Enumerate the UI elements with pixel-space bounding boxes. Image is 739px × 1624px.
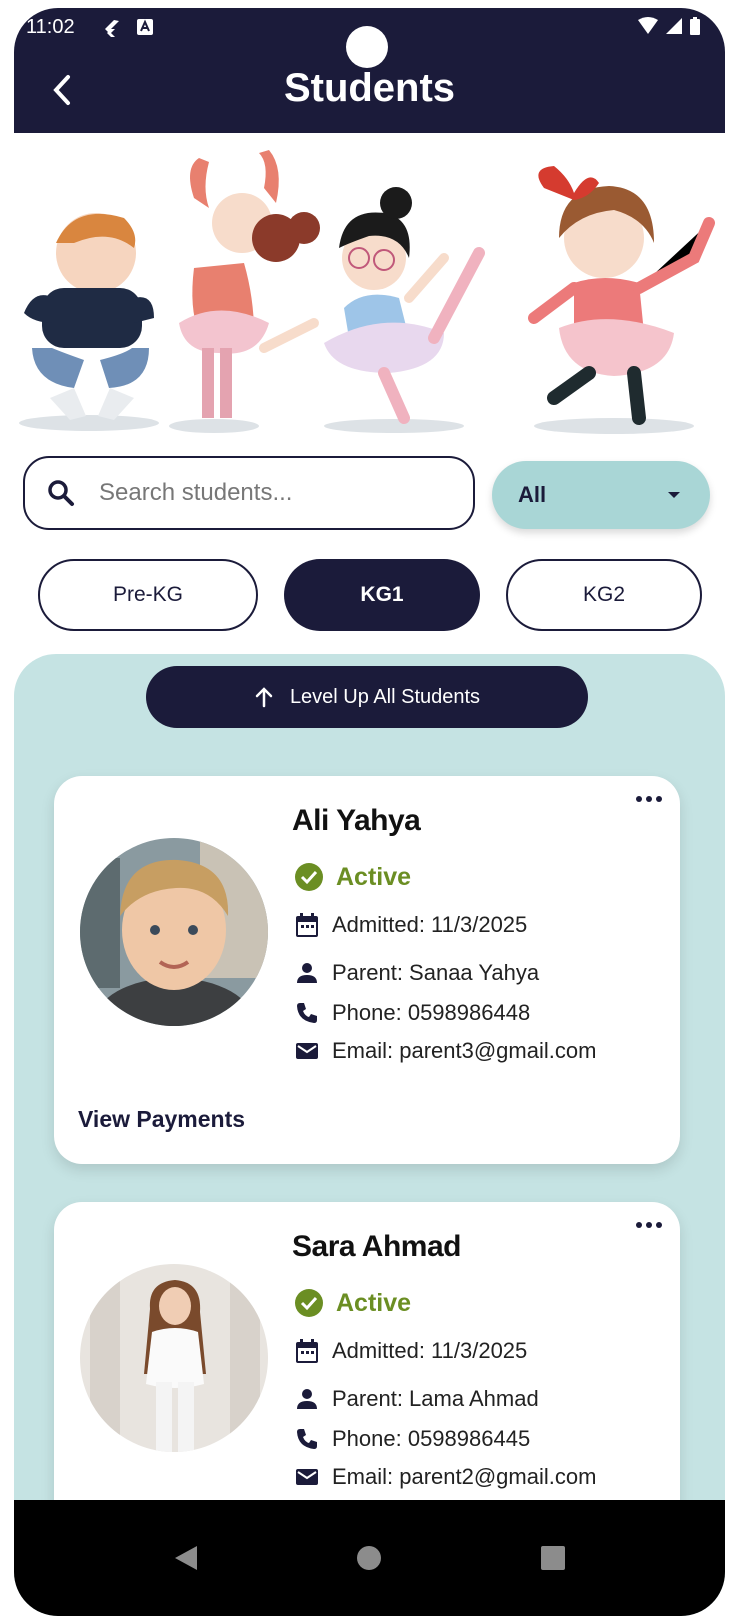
status-label: Active xyxy=(336,1288,412,1317)
email-row: Email: parent3@gmail.com xyxy=(294,1038,596,1064)
app-bar: 11:02 Students xyxy=(14,8,725,133)
more-options-button[interactable] xyxy=(636,796,664,806)
parent-name: Parent: Sanaa Yahya xyxy=(332,960,540,985)
check-circle-icon xyxy=(295,863,323,891)
phone-row: Phone: 0598986445 xyxy=(294,1426,530,1452)
email-row: Email: parent2@gmail.com xyxy=(294,1464,596,1490)
student-name: Sara Ahmad xyxy=(292,1230,461,1263)
signal-icon xyxy=(666,18,682,34)
status-label: Active xyxy=(336,862,412,891)
student-photo xyxy=(80,838,268,1026)
phone-number: Phone: 0598986445 xyxy=(332,1426,531,1451)
arrow-up-icon xyxy=(255,687,273,708)
students-list-panel: Level Up All Students Ali Yahya Active A… xyxy=(14,654,725,1616)
page-title: Students xyxy=(283,66,456,110)
status-time: 11:02 xyxy=(26,16,75,38)
search-icon xyxy=(48,480,74,506)
dancing-kids-illustration xyxy=(19,150,715,434)
phone-icon xyxy=(297,1429,317,1449)
level-chip-pre-kg[interactable]: Pre-KG xyxy=(38,559,258,631)
system-navigation-bar xyxy=(14,1500,725,1616)
admitted-row: Admitted: 11/3/2025 xyxy=(294,1338,527,1364)
view-payments-link[interactable]: View Payments xyxy=(78,1106,245,1133)
flutter-icon xyxy=(105,20,119,37)
level-chip-kg1[interactable]: KG1 xyxy=(284,559,480,631)
admitted-date: Admitted: 11/3/2025 xyxy=(332,1338,528,1363)
student-card[interactable]: Ali Yahya Active Admitted: 11/3/2025 Par… xyxy=(54,776,680,1164)
phone-number: Phone: 0598986448 xyxy=(332,1000,531,1025)
app-notification-icon xyxy=(137,19,153,35)
more-dots-icon xyxy=(636,1222,642,1228)
camera-cutout xyxy=(346,26,388,68)
device-screen: 11:02 Students Search students... All Pr… xyxy=(14,8,725,1616)
level-up-label: Level Up All Students xyxy=(289,685,481,708)
more-options-button[interactable] xyxy=(636,1222,664,1232)
ballerina-figure-1 xyxy=(179,150,320,418)
mail-icon xyxy=(296,1043,318,1059)
student-name: Ali Yahya xyxy=(292,804,421,837)
calendar-icon xyxy=(296,913,318,937)
check-circle-icon xyxy=(295,1289,323,1317)
recents-square-icon[interactable] xyxy=(540,1545,566,1571)
person-icon xyxy=(297,1389,317,1409)
status-badge: Active xyxy=(294,862,411,892)
dropdown-arrow-icon xyxy=(668,492,680,498)
mail-icon xyxy=(296,1469,318,1485)
phone-icon xyxy=(297,1003,317,1023)
filter-selected-value: All xyxy=(518,482,547,507)
student-photo xyxy=(80,1264,268,1452)
parent-row: Parent: Sanaa Yahya xyxy=(294,960,539,986)
calendar-icon xyxy=(296,1339,318,1363)
more-dots-icon xyxy=(636,796,642,802)
search-input[interactable] xyxy=(97,478,441,508)
wifi-icon xyxy=(638,17,658,34)
status-filter-dropdown[interactable]: All xyxy=(492,461,710,529)
admitted-date: Admitted: 11/3/2025 xyxy=(332,912,528,937)
parent-name: Parent: Lama Ahmad xyxy=(332,1386,539,1411)
email-address: Email: parent2@gmail.com xyxy=(332,1464,597,1489)
status-notification-icons xyxy=(102,18,154,38)
boy-figure xyxy=(24,213,154,420)
admitted-row: Admitted: 11/3/2025 xyxy=(294,912,527,938)
email-address: Email: parent3@gmail.com xyxy=(332,1038,597,1063)
search-bar[interactable] xyxy=(23,456,475,530)
back-triangle-icon[interactable] xyxy=(173,1544,199,1572)
phone-row: Phone: 0598986448 xyxy=(294,1000,530,1026)
level-chip-kg2[interactable]: KG2 xyxy=(506,559,702,631)
status-badge: Active xyxy=(294,1288,411,1318)
battery-icon xyxy=(690,17,700,35)
level-up-all-button[interactable]: Level Up All Students xyxy=(146,666,588,728)
home-circle-icon[interactable] xyxy=(356,1545,382,1571)
status-system-icons xyxy=(637,16,701,36)
girl-with-bow-figure xyxy=(528,166,715,425)
parent-row: Parent: Lama Ahmad xyxy=(294,1386,539,1412)
person-icon xyxy=(297,963,317,983)
